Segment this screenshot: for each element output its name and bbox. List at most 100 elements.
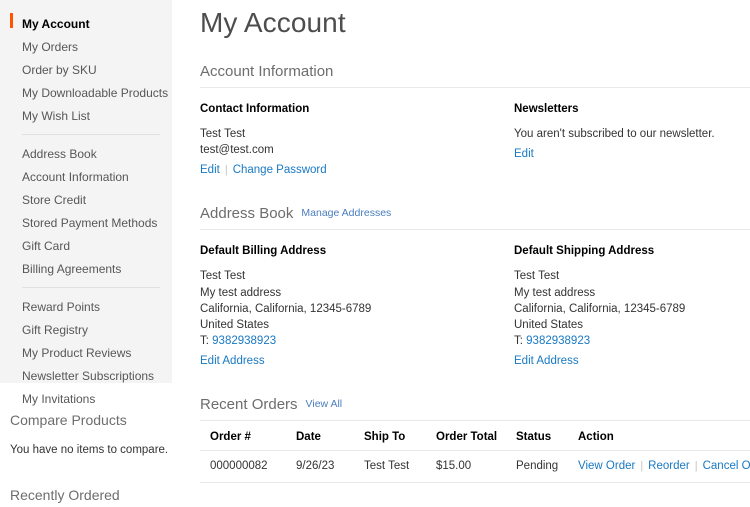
contact-email: test@test.com <box>200 142 514 158</box>
sidebar-item-store-credit[interactable]: Store Credit <box>0 188 172 211</box>
sidebar-item-label: Stored Payment Methods <box>22 216 157 230</box>
column-header: Action <box>578 423 750 451</box>
default-shipping-address-title: Default Shipping Address <box>514 244 750 258</box>
shipping-city-region-zip: California, California, 12345-6789 <box>514 301 750 317</box>
sidebar-item-address-book[interactable]: Address Book <box>0 142 172 165</box>
my-account-page: My Account My Orders Order by SKU My Downlo… <box>0 0 750 507</box>
account-nav: My Account My Orders Order by SKU My Downlo… <box>0 12 172 410</box>
sidebar-item-account-information[interactable]: Account Information <box>0 165 172 188</box>
sidebar-item-reward-points[interactable]: Reward Points <box>0 295 172 318</box>
column-header: Date <box>296 423 364 451</box>
sidebar-item-label: Store Credit <box>22 193 86 207</box>
recently-ordered-title: Recently Ordered <box>10 487 170 504</box>
recent-orders-table: Order #DateShip ToOrder TotalStatusActio… <box>200 423 750 483</box>
compare-products-empty-text: You have no items to compare. <box>10 443 170 457</box>
sidebar-item-label: My Downloadable Products <box>22 86 168 100</box>
shipping-phone-link[interactable]: 9382938923 <box>526 335 590 347</box>
shipping-phone-label: T: <box>514 335 523 347</box>
default-billing-address-content: Test Test My test address California, Ca… <box>200 268 514 349</box>
newsletters-status-text: You aren't subscribed to our newsletter. <box>514 126 750 142</box>
compare-products-block: Compare Products You have no items to co… <box>10 412 170 457</box>
column-header: Ship To <box>364 423 436 451</box>
column-header: Order # <box>200 423 296 451</box>
recent-orders-table-head: Order #DateShip ToOrder TotalStatusActio… <box>200 423 750 451</box>
sidebar-item-my-downloadable-products[interactable]: My Downloadable Products <box>0 81 172 104</box>
billing-edit-address-link[interactable]: Edit Address <box>200 355 265 367</box>
account-information-columns: Contact Information Test Test test@test.… <box>200 102 750 178</box>
sidebar-item-label: My Wish List <box>22 109 90 123</box>
newsletters-title: Newsletters <box>514 102 750 116</box>
billing-country: United States <box>200 317 514 333</box>
sidebar-item-my-orders[interactable]: My Orders <box>0 35 172 58</box>
billing-street: My test address <box>200 285 514 301</box>
cell-date: 9/26/23 <box>296 451 364 483</box>
sidebar-item-billing-agreements[interactable]: Billing Agreements <box>0 257 172 280</box>
recent-orders-heading: Recent OrdersView All <box>200 395 750 421</box>
shipping-name: Test Test <box>514 268 750 284</box>
billing-name: Test Test <box>200 268 514 284</box>
contact-information-actions: Edit | Change Password <box>200 162 514 178</box>
cell-ship-to: Test Test <box>364 451 436 483</box>
shipping-edit-address-link[interactable]: Edit Address <box>514 355 579 367</box>
sidebar-item-label: Billing Agreements <box>22 262 121 276</box>
sidebar-item-label: Address Book <box>22 147 97 161</box>
action-separator: | <box>695 460 698 472</box>
nav-separator <box>22 134 160 135</box>
table-row: 0000000829/26/23Test Test$15.00PendingVi… <box>200 451 750 483</box>
newsletters-actions: Edit <box>514 146 750 162</box>
sidebar-item-newsletter-subscriptions[interactable]: Newsletter Subscriptions <box>0 364 172 387</box>
view-order-link[interactable]: View Order <box>578 460 635 472</box>
account-information-heading-text: Account Information <box>200 63 333 80</box>
column-header: Status <box>516 423 578 451</box>
default-billing-address-box: Default Billing Address Test Test My tes… <box>200 244 514 369</box>
contact-information-title: Contact Information <box>200 102 514 116</box>
nav-separator <box>22 287 160 288</box>
page-title: My Account <box>200 0 750 40</box>
contact-name: Test Test <box>200 126 514 142</box>
manage-addresses-link[interactable]: Manage Addresses <box>301 207 391 219</box>
newsletters-status: You aren't subscribed to our newsletter. <box>514 126 750 142</box>
sidebar-item-my-account[interactable]: My Account <box>0 12 172 35</box>
sidebar-item-label: My Account <box>22 17 90 31</box>
newsletters-edit-link[interactable]: Edit <box>514 148 534 160</box>
sidebar-item-my-wish-list[interactable]: My Wish List <box>0 104 172 127</box>
sidebar-item-my-invitations[interactable]: My Invitations <box>0 387 172 410</box>
default-shipping-address-content: Test Test My test address California, Ca… <box>514 268 750 349</box>
main-content: My Account Account Information Contact I… <box>200 0 750 507</box>
cell-actions: View Order|Reorder|Cancel Order <box>578 451 750 483</box>
newsletters-box: Newsletters You aren't subscribed to our… <box>514 102 750 178</box>
cell-order-number: 000000082 <box>200 451 296 483</box>
sidebar-item-label: Reward Points <box>22 300 100 314</box>
shipping-street: My test address <box>514 285 750 301</box>
sidebar-item-label: Newsletter Subscriptions <box>22 369 154 383</box>
change-password-link[interactable]: Change Password <box>233 164 327 176</box>
shipping-address-actions: Edit Address <box>514 353 750 369</box>
view-all-orders-link[interactable]: View All <box>306 398 343 410</box>
sidebar-item-gift-card[interactable]: Gift Card <box>0 234 172 257</box>
default-shipping-address-box: Default Shipping Address Test Test My te… <box>514 244 750 369</box>
sidebar-item-my-product-reviews[interactable]: My Product Reviews <box>0 341 172 364</box>
cancel-order-link[interactable]: Cancel Order <box>703 460 750 472</box>
account-sidebar: My Account My Orders Order by SKU My Downlo… <box>0 0 172 507</box>
billing-phone-link[interactable]: 9382938923 <box>212 335 276 347</box>
sidebar-item-label: Order by SKU <box>22 63 97 77</box>
contact-actions-separator: | <box>225 164 228 176</box>
sidebar-item-order-by-sku[interactable]: Order by SKU <box>0 58 172 81</box>
sidebar-item-label: Gift Registry <box>22 323 88 337</box>
column-header: Order Total <box>436 423 516 451</box>
contact-edit-link[interactable]: Edit <box>200 164 220 176</box>
billing-phone-row: T: 9382938923 <box>200 333 514 349</box>
billing-city-region-zip: California, California, 12345-6789 <box>200 301 514 317</box>
default-billing-address-title: Default Billing Address <box>200 244 514 258</box>
sidebar-item-label: My Invitations <box>22 392 95 406</box>
contact-information-content: Test Test test@test.com <box>200 126 514 158</box>
sidebar-item-label: My Product Reviews <box>22 346 131 360</box>
billing-address-actions: Edit Address <box>200 353 514 369</box>
billing-phone-label: T: <box>200 335 209 347</box>
reorder-link[interactable]: Reorder <box>648 460 690 472</box>
address-book-columns: Default Billing Address Test Test My tes… <box>200 244 750 369</box>
contact-information-box: Contact Information Test Test test@test.… <box>200 102 514 178</box>
sidebar-item-gift-registry[interactable]: Gift Registry <box>0 318 172 341</box>
sidebar-item-stored-payment-methods[interactable]: Stored Payment Methods <box>0 211 172 234</box>
sidebar-item-label: My Orders <box>22 40 78 54</box>
